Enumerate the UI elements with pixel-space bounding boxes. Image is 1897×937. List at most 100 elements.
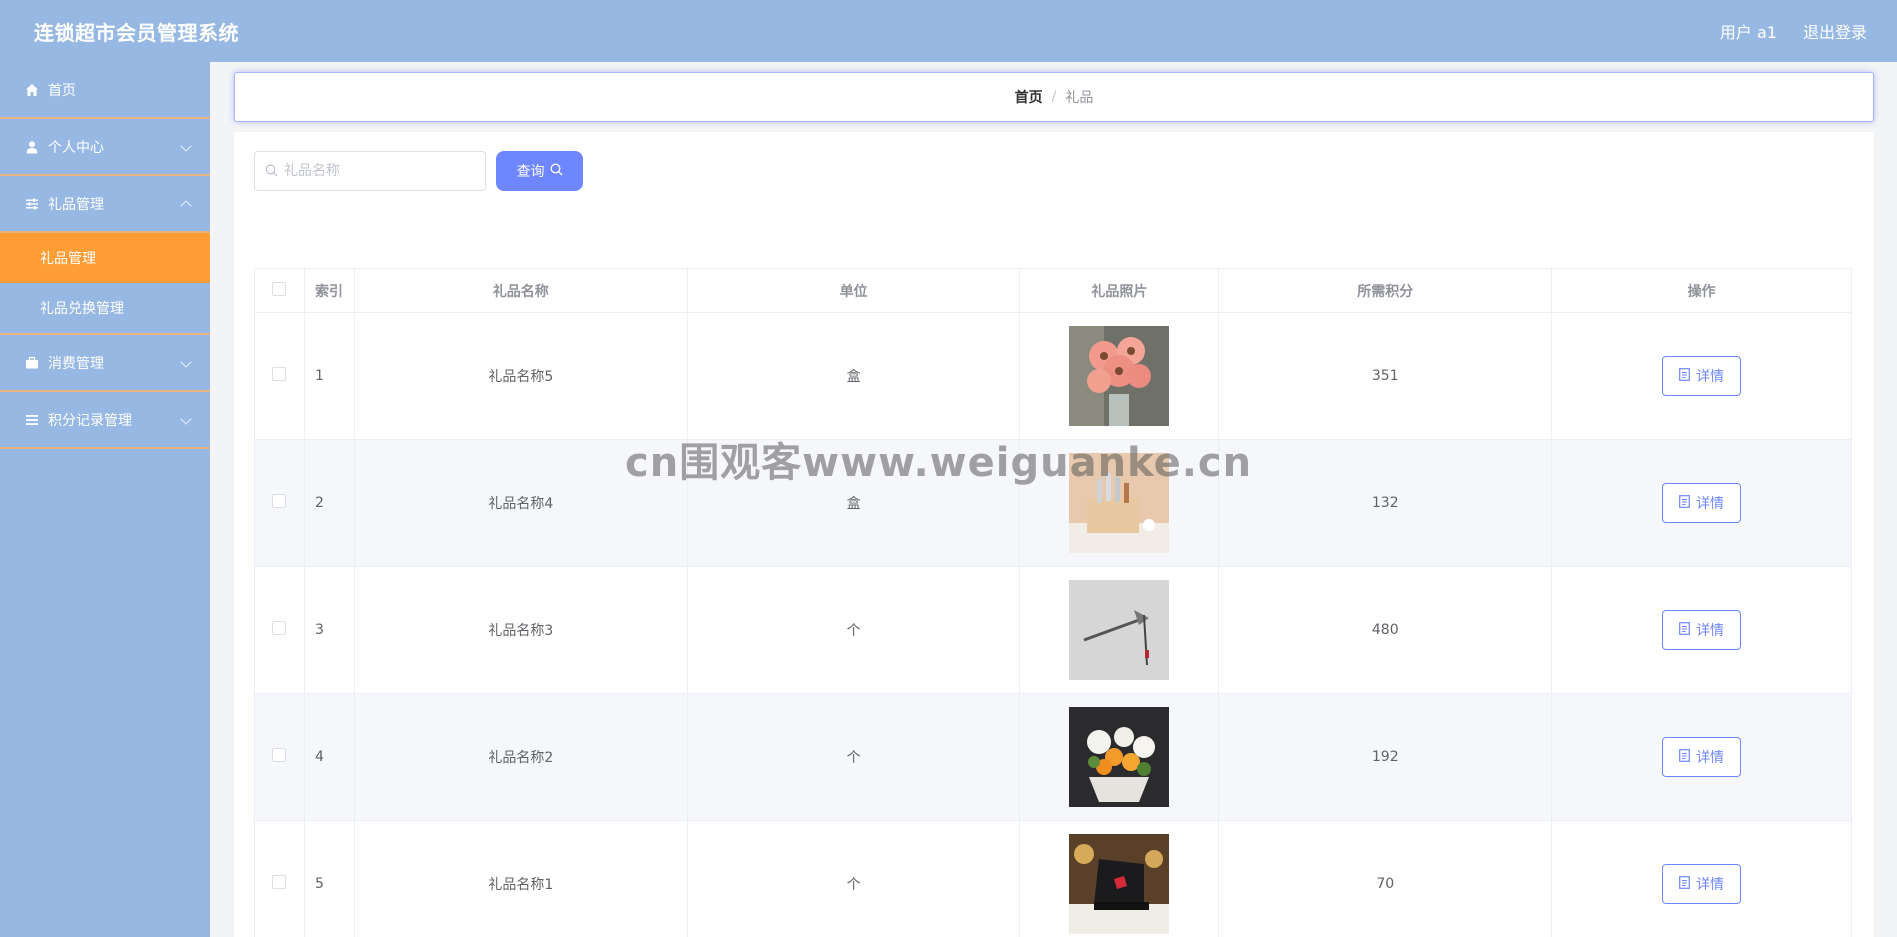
gift-photo[interactable] <box>1069 707 1170 807</box>
row-checkbox[interactable] <box>272 748 287 762</box>
row-index: 4 <box>303 693 355 821</box>
submenu-item-gift-management[interactable]: 礼品管理 <box>0 233 210 283</box>
row-index: 2 <box>303 439 355 567</box>
select-all-checkbox[interactable] <box>272 281 287 296</box>
row-select-cell <box>254 439 305 567</box>
content-panel: 查询 索引 礼品名称 单位 礼品照片 <box>234 132 1874 937</box>
row-index: 5 <box>303 820 355 937</box>
row-actions-cell: 详情 <box>1551 439 1852 567</box>
sidebar-item-label: 礼品管理 <box>48 196 104 213</box>
row-points: 480 <box>1218 566 1553 694</box>
gift-photo[interactable] <box>1069 580 1170 680</box>
row-photo-cell <box>1019 312 1220 440</box>
row-unit: 个 <box>686 566 1021 694</box>
submenu-item-gift-exchange[interactable]: 礼品兑换管理 <box>0 283 210 333</box>
row-unit: 盒 <box>686 439 1021 567</box>
detail-button-label: 详情 <box>1696 623 1725 639</box>
row-select-cell <box>254 312 305 440</box>
home-icon <box>24 82 40 98</box>
sidebar-item-personal-center[interactable]: 个人中心 <box>0 119 210 176</box>
row-actions-cell: 详情 <box>1551 693 1852 821</box>
breadcrumb: 首页 / 礼品 <box>234 72 1874 122</box>
row-actions-cell: 详情 <box>1551 566 1852 694</box>
row-actions-cell: 详情 <box>1551 312 1852 440</box>
row-name: 礼品名称2 <box>353 693 688 821</box>
gift-photo[interactable] <box>1069 453 1170 553</box>
sidebar-item-consumption[interactable]: 消费管理 <box>0 335 210 392</box>
table-row: 2 礼品名称4 盒 132 详情 <box>254 439 1852 567</box>
select-all-cell <box>254 268 305 313</box>
row-name: 礼品名称3 <box>353 566 688 694</box>
menu-icon <box>24 412 40 428</box>
breadcrumb-separator: / <box>1051 89 1057 105</box>
logout-link[interactable]: 退出登录 <box>1803 19 1867 43</box>
sidebar-item-label: 积分记录管理 <box>48 412 132 429</box>
sidebar-item-label: 消费管理 <box>48 355 104 372</box>
column-header-index: 索引 <box>303 268 355 313</box>
row-unit: 盒 <box>686 312 1021 440</box>
app-title: 连锁超市会员管理系统 <box>34 20 239 45</box>
row-checkbox[interactable] <box>272 494 287 508</box>
table-row: 3 礼品名称3 个 480 详情 <box>254 566 1852 694</box>
document-icon <box>1679 621 1690 639</box>
row-unit: 个 <box>686 693 1021 821</box>
user-label[interactable]: 用户 a1 <box>1720 19 1777 43</box>
row-points: 132 <box>1218 439 1553 567</box>
sidebar-item-home[interactable]: 首页 <box>0 62 210 119</box>
submenu-item-label: 礼品管理 <box>40 251 96 267</box>
table-row: 1 礼品名称5 盒 351 详情 <box>254 312 1852 440</box>
detail-button[interactable]: 详情 <box>1662 737 1742 777</box>
detail-button[interactable]: 详情 <box>1662 483 1742 523</box>
detail-button[interactable]: 详情 <box>1662 356 1742 396</box>
sidebar: 首页 个人中心 礼品管理 礼品管理 礼品兑换管理 消费管理 积分记录管理 <box>0 62 210 937</box>
breadcrumb-home[interactable]: 首页 <box>1015 87 1043 107</box>
chevron-down-icon <box>180 412 192 425</box>
search-field[interactable] <box>254 151 486 191</box>
user-icon <box>24 139 40 155</box>
row-actions-cell: 详情 <box>1551 820 1852 937</box>
row-name: 礼品名称1 <box>353 820 688 937</box>
detail-button[interactable]: 详情 <box>1662 610 1742 650</box>
search-input[interactable] <box>284 163 474 179</box>
gift-photo[interactable] <box>1069 834 1170 934</box>
document-icon <box>1679 367 1690 385</box>
document-icon <box>1679 748 1690 766</box>
row-checkbox[interactable] <box>272 875 287 889</box>
row-select-cell <box>254 566 305 694</box>
sliders-icon <box>24 196 40 212</box>
search-bar: 查询 <box>254 151 583 191</box>
gift-photo[interactable] <box>1069 326 1170 426</box>
search-icon <box>265 162 278 181</box>
row-photo-cell <box>1019 693 1220 821</box>
app-root: 连锁超市会员管理系统 用户 a1 退出登录 首页 个人中心 礼品管理 礼品管理 … <box>0 0 1897 937</box>
row-photo-cell <box>1019 566 1220 694</box>
table-row: 4 礼品名称2 个 192 详情 <box>254 693 1852 821</box>
submenu-item-label: 礼品兑换管理 <box>40 301 124 317</box>
row-checkbox[interactable] <box>272 621 287 635</box>
column-header-photo: 礼品照片 <box>1019 268 1220 313</box>
row-unit: 个 <box>686 820 1021 937</box>
row-name: 礼品名称4 <box>353 439 688 567</box>
chevron-down-icon <box>180 139 192 152</box>
row-select-cell <box>254 693 305 821</box>
row-index: 3 <box>303 566 355 694</box>
chevron-up-icon <box>180 199 192 212</box>
breadcrumb-current: 礼品 <box>1065 90 1094 106</box>
query-button[interactable]: 查询 <box>496 151 583 191</box>
sidebar-item-points-records[interactable]: 积分记录管理 <box>0 392 210 449</box>
document-icon <box>1679 494 1690 512</box>
row-name: 礼品名称5 <box>353 312 688 440</box>
detail-button[interactable]: 详情 <box>1662 864 1742 904</box>
query-button-label: 查询 <box>516 164 545 180</box>
sidebar-item-gift-management[interactable]: 礼品管理 <box>0 176 210 233</box>
row-checkbox[interactable] <box>272 367 287 381</box>
top-header: 连锁超市会员管理系统 用户 a1 退出登录 <box>0 0 1897 62</box>
detail-button-label: 详情 <box>1696 496 1725 512</box>
gift-submenu: 礼品管理 礼品兑换管理 <box>0 233 210 335</box>
row-select-cell <box>254 820 305 937</box>
header-actions: 用户 a1 退出登录 <box>1720 19 1867 43</box>
column-header-actions: 操作 <box>1551 268 1852 313</box>
table-row: 5 礼品名称1 个 70 详情 <box>254 820 1852 937</box>
table-header-row: 索引 礼品名称 单位 礼品照片 所需积分 操作 <box>254 268 1852 313</box>
briefcase-icon <box>24 355 40 371</box>
